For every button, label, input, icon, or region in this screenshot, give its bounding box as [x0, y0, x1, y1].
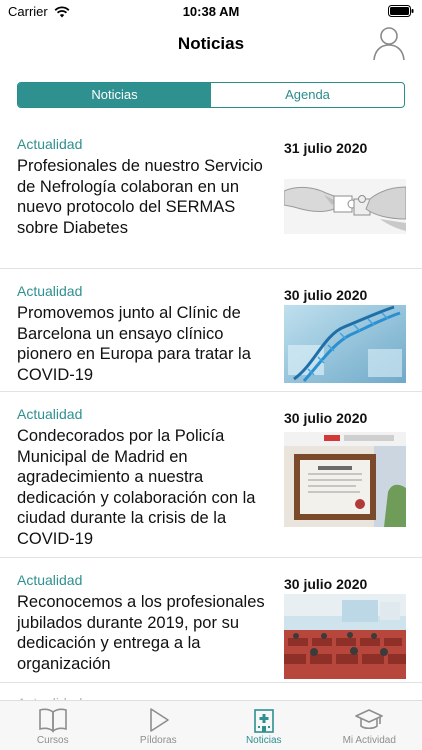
news-headline: Profesionales de nuestro Servicio de Nef…	[17, 157, 263, 237]
news-category: Actualidad	[17, 572, 83, 588]
graduation-cap-icon	[355, 709, 384, 730]
news-category: Actualidad	[17, 406, 83, 422]
tab-bar: Cursos Píldoras Noticias Mi Actividad	[0, 700, 422, 750]
nav-header: Noticias	[0, 24, 422, 68]
auditorium-image	[284, 594, 406, 679]
news-date: 30 julio 2020	[284, 576, 368, 592]
news-category: Actualidad	[17, 136, 83, 152]
tab-mi-actividad-label: Mi Actividad	[342, 735, 396, 746]
segment-noticias[interactable]: Noticias	[18, 83, 211, 107]
tab-pildoras-label: Píldoras	[139, 735, 177, 746]
segmented-control: Noticias Agenda	[17, 82, 405, 108]
news-date: 30 julio 2020	[284, 410, 368, 426]
tab-pildoras[interactable]: Píldoras	[106, 701, 212, 750]
news-headline: Promovemos junto al Clínic de Barcelona …	[17, 304, 251, 384]
news-item[interactable]: Actualidad Condecorados por la Policía M…	[0, 392, 422, 558]
tab-cursos-label: Cursos	[36, 735, 69, 746]
segment-agenda[interactable]: Agenda	[211, 83, 404, 107]
news-category: Actualidad	[17, 283, 83, 299]
news-date: 31 julio 2020	[284, 140, 368, 156]
page-title: Noticias	[177, 34, 245, 53]
open-book-icon	[38, 708, 67, 733]
play-icon	[150, 708, 170, 732]
status-time: 10:38 AM	[182, 4, 240, 19]
tab-noticias[interactable]: Noticias	[211, 701, 317, 750]
news-item[interactable]: Actualidad Profesionales de nuestro Serv…	[0, 122, 422, 269]
news-item[interactable]: Actualidad Reconocemos a los profesional…	[0, 558, 422, 683]
tab-cursos[interactable]: Cursos	[0, 701, 106, 750]
puzzle-hands-image	[284, 179, 406, 234]
hospital-building-icon	[253, 709, 274, 733]
user-profile-icon[interactable]	[372, 24, 406, 62]
tab-noticias-label: Noticias	[245, 735, 282, 746]
tab-mi-actividad[interactable]: Mi Actividad	[317, 701, 422, 750]
screen: Carrier 10:38 AM Noticias Noticias Agend…	[0, 0, 422, 750]
news-headline: Reconocemos a los profesionales jubilado…	[17, 593, 265, 673]
news-list: Actualidad Profesionales de nuestro Serv…	[0, 122, 422, 723]
news-item[interactable]: Actualidad Promovemos junto al Clínic de…	[0, 269, 422, 392]
dna-lab-image	[284, 305, 406, 383]
news-date: 30 julio 2020	[284, 287, 368, 303]
status-bar: Carrier 10:38 AM	[0, 0, 422, 24]
framed-diploma-image	[284, 432, 406, 527]
news-headline: Condecorados por la Policía Municipal de…	[17, 427, 256, 548]
battery-icon	[388, 5, 414, 17]
